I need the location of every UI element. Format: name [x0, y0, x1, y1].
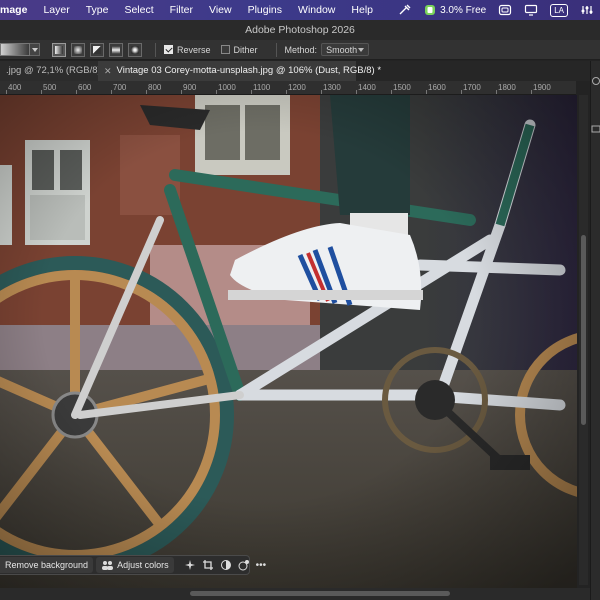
- macos-menubar: mage Layer Type Select Filter View Plugi…: [0, 0, 600, 20]
- more-options-icon[interactable]: •••: [256, 558, 267, 572]
- ruler-tick-label: 500: [43, 83, 57, 92]
- remove-background-label: Remove background: [5, 560, 89, 570]
- ruler-tick-label: 700: [113, 83, 127, 92]
- horizontal-scrollbar[interactable]: [0, 588, 590, 600]
- adjustment-circle-icon[interactable]: [220, 558, 232, 572]
- reverse-label: Reverse: [177, 44, 211, 55]
- eyedropper-status-icon[interactable]: [398, 4, 412, 16]
- ruler-tick-label: 1000: [218, 83, 236, 92]
- menu-image[interactable]: mage: [0, 4, 35, 16]
- ruler-tick: [41, 90, 42, 94]
- tab-label: Vintage 03 Corey-motta-unsplash.jpg @ 10…: [116, 65, 382, 76]
- menu-plugins[interactable]: Plugins: [240, 4, 290, 16]
- crop-icon[interactable]: [202, 558, 214, 572]
- ruler-tick: [461, 90, 462, 94]
- ruler-tick: [216, 90, 217, 94]
- ruler-tick-label: 1500: [393, 83, 411, 92]
- ruler-tick: [6, 90, 7, 94]
- close-icon[interactable]: ✕: [104, 61, 112, 81]
- options-bar: Reverse Dither Method: Smooth: [0, 40, 600, 60]
- photo-bicycle: [0, 95, 577, 588]
- window-icon[interactable]: [498, 4, 512, 16]
- ruler-tick-label: 1100: [253, 83, 271, 92]
- adjust-colors-label: Adjust colors: [117, 560, 169, 570]
- ruler-tick: [111, 90, 112, 94]
- vertical-scrollbar[interactable]: [579, 95, 588, 585]
- ruler-tick-label: 400: [8, 83, 22, 92]
- adjust-colors-button[interactable]: Adjust colors: [96, 557, 174, 573]
- panel-icon[interactable]: [591, 73, 600, 85]
- panel-icon[interactable]: [591, 121, 600, 133]
- menu-layer[interactable]: Layer: [35, 4, 77, 16]
- ruler-tick: [286, 90, 287, 94]
- tab-label: .jpg @ 72,1% (RGB/8) *: [6, 65, 98, 76]
- contextual-task-bar: Remove background Adjust colors •••: [0, 555, 266, 575]
- menu-help[interactable]: Help: [343, 4, 381, 16]
- divider: [275, 42, 277, 57]
- scroll-thumb[interactable]: [581, 235, 586, 425]
- ruler-tick-label: 1300: [323, 83, 341, 92]
- sparkle-icon[interactable]: [184, 558, 196, 572]
- ruler-tick: [496, 90, 497, 94]
- ruler-tick-label: 800: [148, 83, 162, 92]
- menu-window[interactable]: Window: [290, 4, 343, 16]
- ruler-tick: [76, 90, 77, 94]
- ruler-tick-label: 1200: [288, 83, 306, 92]
- dither-label: Dither: [233, 44, 258, 55]
- radial-gradient-icon[interactable]: [71, 42, 85, 57]
- ruler-tick-label: 600: [78, 83, 92, 92]
- ruler-tick-label: 1800: [498, 83, 516, 92]
- tab-document-1[interactable]: .jpg @ 72,1% (RGB/8) *: [0, 61, 98, 81]
- generative-fill-icon[interactable]: [238, 558, 250, 572]
- ruler-tick: [531, 90, 532, 94]
- ruler-tick-label: 900: [183, 83, 197, 92]
- ruler-tick-label: 1700: [463, 83, 481, 92]
- reflected-gradient-icon[interactable]: [109, 42, 123, 57]
- method-label: Method:: [284, 44, 318, 55]
- remove-background-button[interactable]: Remove background: [0, 557, 94, 573]
- document-tabs: .jpg @ 72,1% (RGB/8) * ✕ Vintage 03 Core…: [0, 61, 600, 81]
- method-value: Smooth: [326, 44, 358, 55]
- ruler-tick: [391, 90, 392, 94]
- document-canvas[interactable]: [0, 95, 577, 588]
- menu-filter[interactable]: Filter: [162, 4, 201, 16]
- angle-gradient-icon[interactable]: [90, 42, 104, 57]
- ruler-tick-label: 1400: [358, 83, 376, 92]
- menu-type[interactable]: Type: [78, 4, 117, 16]
- gradient-picker-caret[interactable]: [30, 43, 40, 56]
- ruler-tick: [321, 90, 322, 94]
- window-title: Adobe Photoshop 2026: [0, 20, 600, 40]
- gradient-preview[interactable]: [0, 43, 30, 56]
- ruler-tick: [181, 90, 182, 94]
- tab-document-2[interactable]: ✕ Vintage 03 Corey-motta-unsplash.jpg @ …: [98, 61, 381, 81]
- memory-text: 3.0% Free: [440, 4, 487, 16]
- ruler-tick: [356, 90, 357, 94]
- input-source-badge[interactable]: LA: [550, 3, 568, 17]
- method-select[interactable]: Smooth: [321, 43, 370, 56]
- menu-view[interactable]: View: [201, 4, 240, 16]
- linear-gradient-icon[interactable]: [52, 42, 66, 57]
- ruler-tick: [146, 90, 147, 94]
- ruler-tick-label: 1600: [428, 83, 446, 92]
- memory-status[interactable]: 3.0% Free: [424, 4, 486, 16]
- dither-checkbox[interactable]: [220, 45, 230, 54]
- ruler-tick-label: 1900: [533, 83, 551, 92]
- horizontal-ruler[interactable]: 400 500 600 700 800 900 1000 1100 1200 1300 1400 15…: [0, 81, 576, 95]
- panel-dock-strip: [590, 61, 600, 600]
- reverse-checkbox[interactable]: [164, 45, 173, 54]
- memory-icon: [425, 5, 436, 15]
- people-icon: [102, 561, 114, 570]
- display-icon[interactable]: [524, 4, 538, 16]
- ruler-tick: [426, 90, 427, 94]
- divider: [155, 42, 156, 57]
- diamond-gradient-icon[interactable]: [128, 42, 142, 57]
- menu-select[interactable]: Select: [116, 4, 161, 16]
- scroll-thumb[interactable]: [190, 591, 450, 596]
- control-center-icon[interactable]: [580, 4, 594, 16]
- ruler-tick: [251, 90, 252, 94]
